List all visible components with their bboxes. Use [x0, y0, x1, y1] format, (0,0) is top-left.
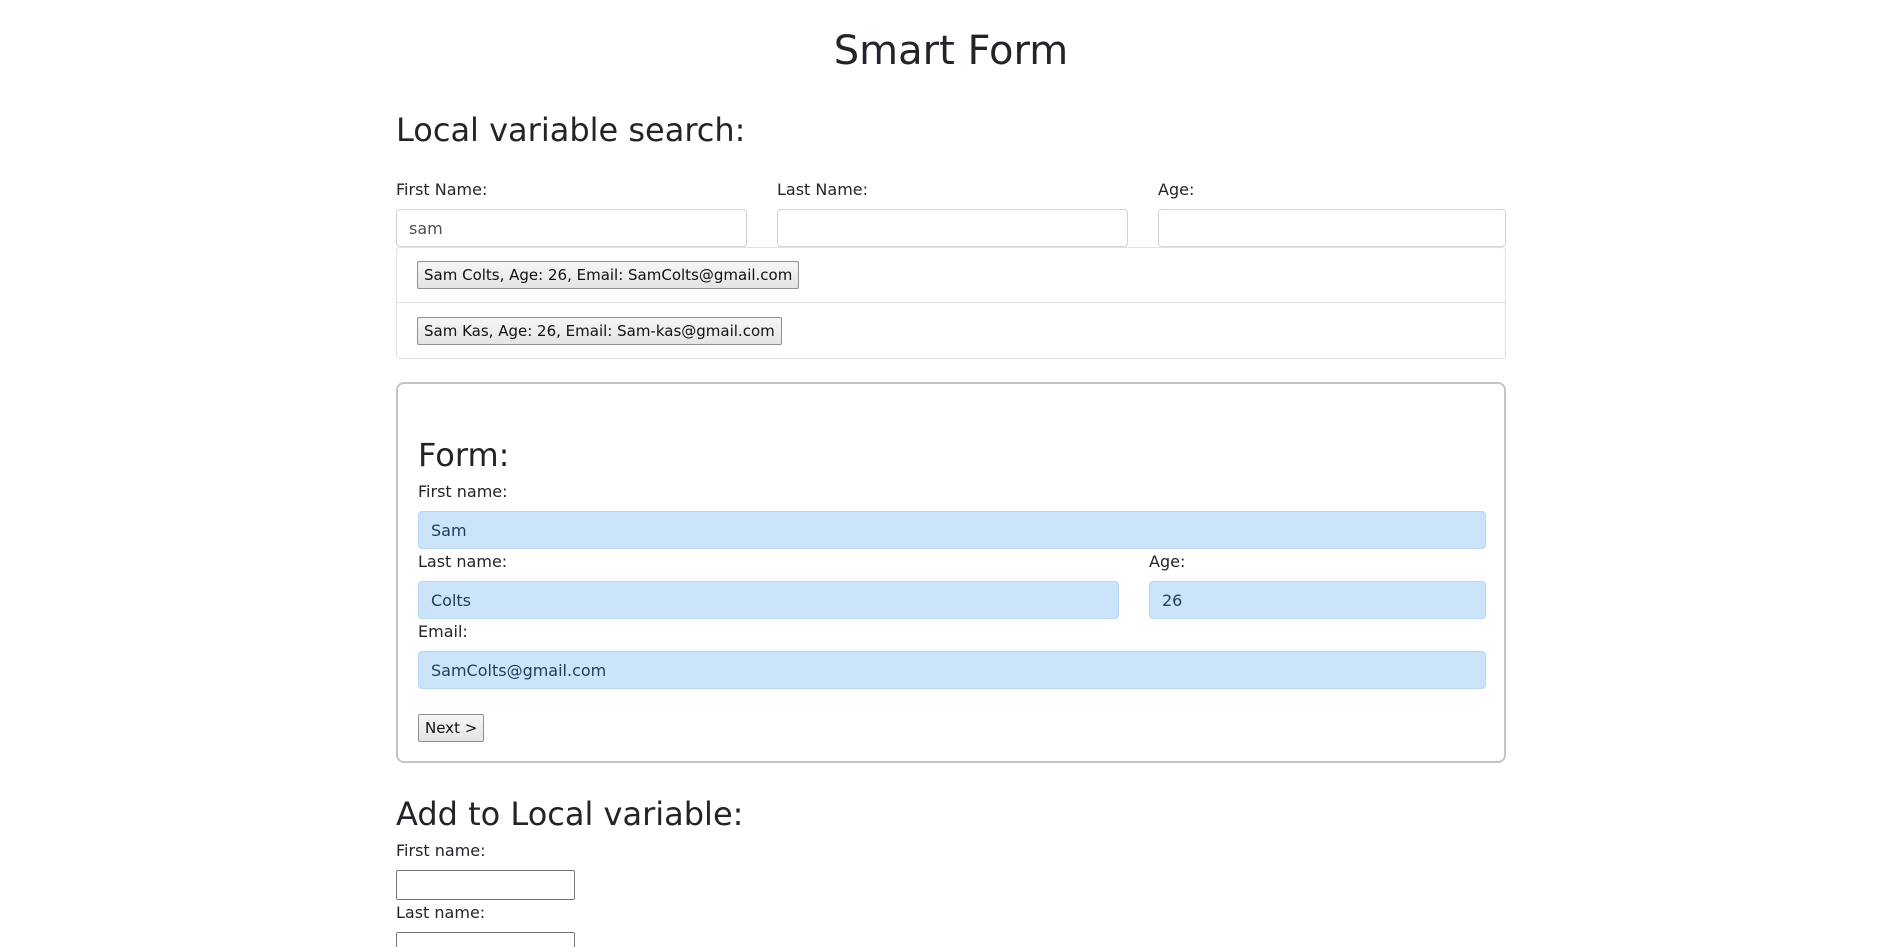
- form-email-label: Email:: [418, 622, 468, 641]
- form-card: Form: First name: Last name: Age: Email:…: [396, 382, 1506, 763]
- add-last-name-input[interactable]: [396, 932, 575, 947]
- add-last-name-label: Last name:: [396, 903, 486, 922]
- search-results-list: Sam Colts, Age: 26, Email: SamColts@gmai…: [396, 247, 1506, 359]
- form-email-input[interactable]: [418, 651, 1486, 689]
- next-button[interactable]: Next >: [418, 714, 485, 742]
- search-last-name-label: Last Name:: [777, 180, 869, 199]
- search-first-name-label: First Name:: [396, 180, 488, 199]
- add-first-name-input[interactable]: [396, 870, 575, 900]
- page: Smart Form Local variable search: First …: [0, 0, 1900, 947]
- add-heading: Add to Local variable:: [396, 795, 744, 833]
- form-last-name-label: Last name:: [418, 552, 508, 571]
- search-age-label: Age:: [1158, 180, 1195, 199]
- search-age-input[interactable]: [1158, 209, 1506, 247]
- form-heading: Form:: [418, 436, 510, 474]
- search-last-name-input[interactable]: [777, 209, 1128, 247]
- search-result-button[interactable]: Sam Colts, Age: 26, Email: SamColts@gmai…: [417, 261, 800, 289]
- form-age-label: Age:: [1149, 552, 1186, 571]
- page-title: Smart Form: [833, 28, 1069, 74]
- form-first-name-label: First name:: [418, 482, 508, 501]
- list-item: Sam Kas, Age: 26, Email: Sam-kas@gmail.c…: [397, 303, 1505, 358]
- search-result-button[interactable]: Sam Kas, Age: 26, Email: Sam-kas@gmail.c…: [417, 316, 782, 345]
- search-heading: Local variable search:: [396, 111, 746, 149]
- form-last-name-input[interactable]: [418, 581, 1119, 619]
- add-first-name-label: First name:: [396, 841, 486, 860]
- form-age-input[interactable]: [1149, 581, 1486, 619]
- form-first-name-input[interactable]: [418, 511, 1486, 549]
- search-first-name-input[interactable]: [396, 209, 747, 247]
- list-item: Sam Colts, Age: 26, Email: SamColts@gmai…: [397, 248, 1505, 303]
